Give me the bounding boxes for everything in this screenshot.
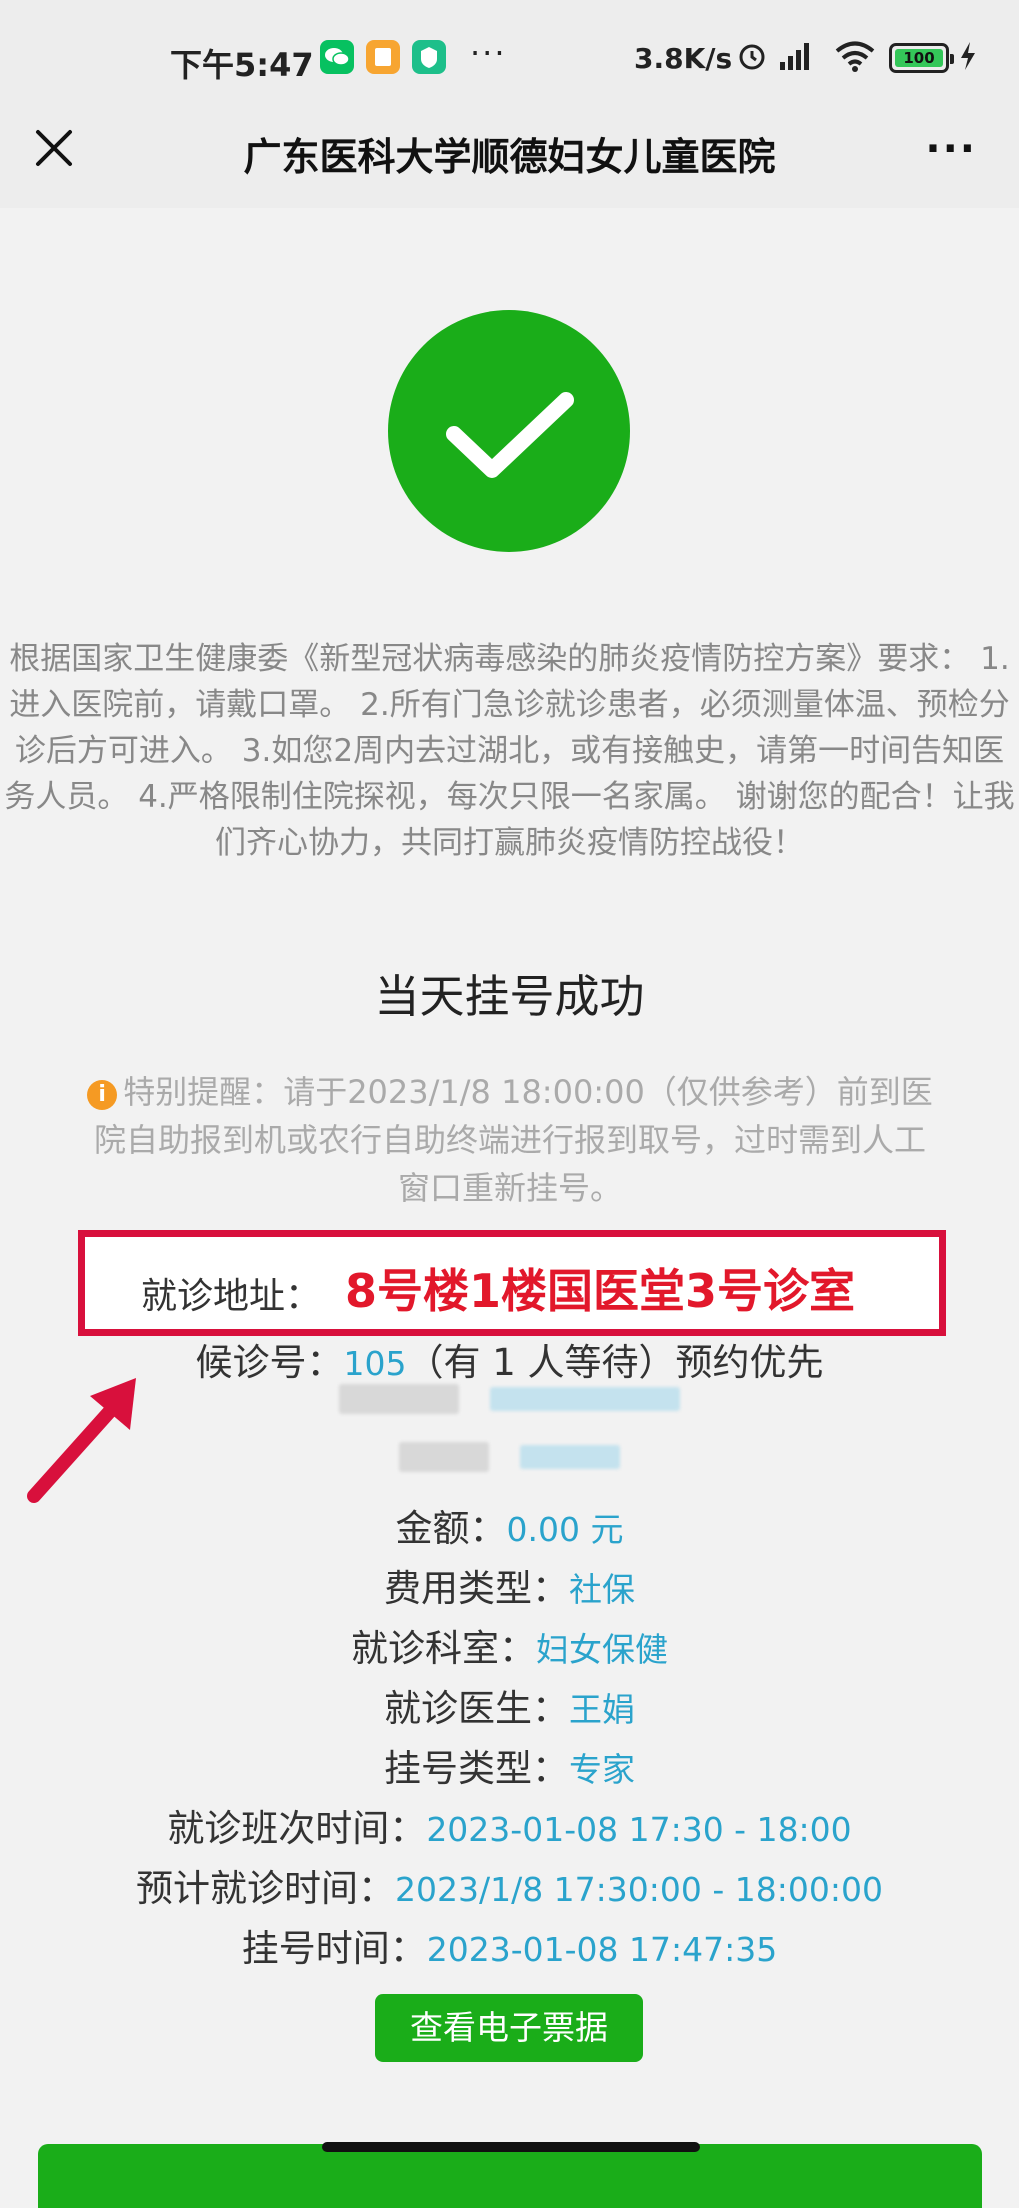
info-icon: i [87, 1080, 118, 1110]
redacted-value [489, 1387, 680, 1411]
home-indicator[interactable] [322, 2142, 700, 2152]
epidemic-notice: 根据国家卫生健康委《新型冠状病毒感染的肺炎疫情防控方案》要求： 1.进入医院前，… [4, 641, 1015, 861]
doctor-row: 就诊医生：王娟 [0, 1678, 1019, 1732]
reg-time-value: 2023-01-08 17:47:35 [426, 1930, 778, 1969]
fee-type-value: 社保 [569, 1570, 635, 1609]
battery-icon: 100 [889, 43, 954, 73]
more-menu-icon[interactable]: ··· [925, 126, 977, 172]
session-label: 就诊班次时间： [167, 1807, 427, 1850]
status-more: ··· [470, 34, 507, 72]
reg-type-value: 专家 [569, 1750, 635, 1789]
amount-label: 金额： [395, 1507, 507, 1550]
wechat-icon [320, 40, 354, 74]
network-speed: 3.8K/s [634, 42, 733, 75]
app-icon [412, 40, 446, 74]
doctor-label: 就诊医生： [384, 1687, 569, 1730]
queue-label: 候诊号： [195, 1341, 344, 1384]
session-row: 就诊班次时间：2023-01-08 17:30 - 18:00 [0, 1798, 1019, 1852]
success-check-icon [388, 310, 630, 552]
bottom-action-button[interactable] [38, 2144, 982, 2208]
success-title: 当天挂号成功 [374, 970, 645, 1023]
nav-bar: 广东医科大学顺德妇女儿童医院 ··· [0, 118, 1019, 208]
queue-suffix: （有 1 人等待）预约优先 [406, 1341, 824, 1384]
address-value: 8号楼1楼国医堂3号诊室 [345, 1264, 856, 1318]
alarm-icon [736, 40, 768, 80]
redacted-row-1 [0, 1384, 1019, 1414]
department-label: 就诊科室： [351, 1627, 536, 1670]
view-e-receipt-button[interactable]: 查看电子票据 [375, 1994, 643, 2062]
reg-type-label: 挂号类型： [384, 1747, 569, 1790]
notes-icon [366, 40, 400, 74]
amount-row: 金额：0.00 元 [0, 1498, 1019, 1552]
page-title: 广东医科大学顺德妇女儿童医院 [243, 135, 776, 179]
redacted-label [399, 1442, 490, 1472]
session-value: 2023-01-08 17:30 - 18:00 [426, 1810, 852, 1849]
status-time: 下午5:47 [170, 46, 314, 84]
department-row: 就诊科室：妇女保健 [0, 1618, 1019, 1672]
main-content: 根据国家卫生健康委《新型冠状病毒感染的肺炎疫情防控方案》要求： 1.进入医院前，… [0, 208, 1019, 2208]
redacted-row-2 [0, 1442, 1019, 1472]
signal-icon [778, 40, 814, 80]
expected-time-value: 2023/1/8 17:30:00 - 18:00:00 [394, 1870, 883, 1909]
reg-time-label: 挂号时间： [241, 1927, 427, 1970]
fee-type-label: 费用类型： [384, 1567, 569, 1610]
reg-type-row: 挂号类型：专家 [0, 1738, 1019, 1792]
address-highlight-box: 就诊地址： 8号楼1楼国医堂3号诊室 [78, 1230, 946, 1336]
redacted-value [519, 1445, 620, 1469]
charging-icon [958, 40, 978, 80]
expected-time-row: 预计就诊时间：2023/1/8 17:30:00 - 18:00:00 [0, 1858, 1019, 1912]
wifi-icon [834, 40, 876, 80]
amount-value: 0.00 元 [506, 1510, 624, 1549]
special-reminder: i 特别提醒：请于2023/1/8 18:00:00（仅供参考）前到医院自助报到机… [80, 1068, 940, 1212]
department-value: 妇女保健 [536, 1630, 668, 1669]
queue-row: 候诊号：105（有 1 人等待）预约优先 [0, 1332, 1019, 1386]
expected-time-label: 预计就诊时间： [135, 1867, 395, 1910]
address-label: 就诊地址： [141, 1276, 322, 1317]
status-bar: 下午5:47 ··· 3.8K/s 100 [0, 0, 1019, 118]
reg-time-row: 挂号时间：2023-01-08 17:47:35 [0, 1918, 1019, 1972]
reminder-text: 特别提醒：请于2023/1/8 18:00:00（仅供参考）前到医院自助报到机或… [93, 1073, 933, 1207]
fee-type-row: 费用类型：社保 [0, 1558, 1019, 1612]
battery-level: 100 [895, 49, 943, 67]
doctor-value: 王娟 [569, 1690, 635, 1729]
queue-number: 105 [343, 1344, 407, 1383]
redacted-label [339, 1384, 460, 1414]
